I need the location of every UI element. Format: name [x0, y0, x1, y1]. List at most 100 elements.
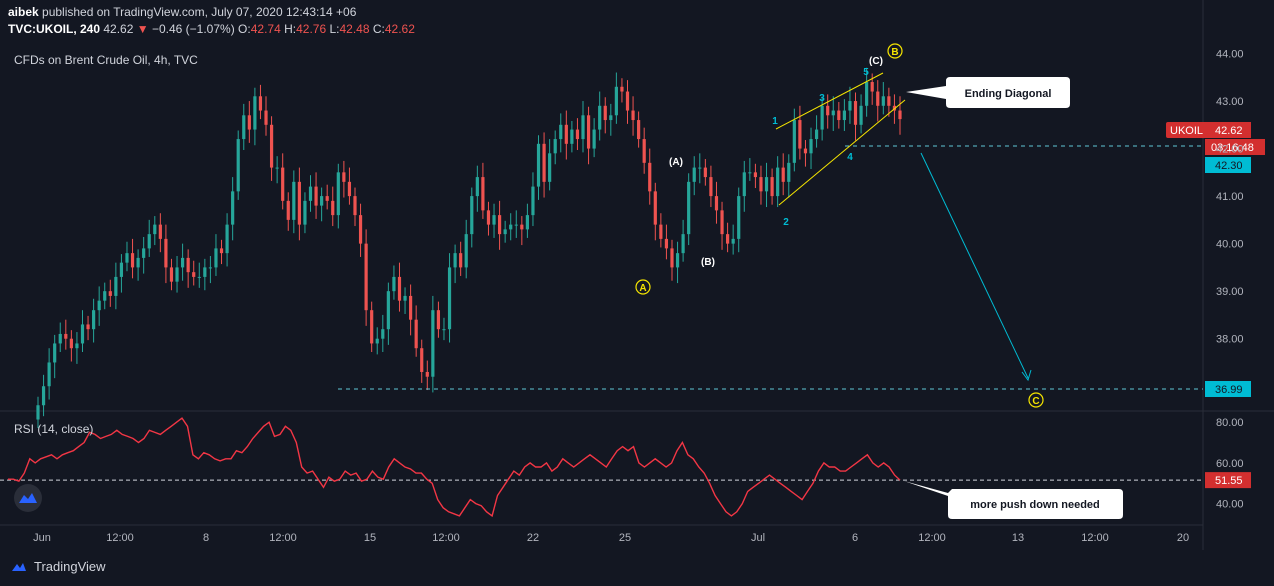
tradingview-logo[interactable]: TradingView: [10, 559, 106, 574]
candle-body: [764, 177, 769, 192]
candle-body: [286, 200, 290, 220]
candle-body: [347, 181, 352, 197]
wave-label: (C): [869, 56, 883, 67]
candle-body: [637, 120, 641, 140]
tradingview-brand: TradingView: [34, 559, 106, 574]
ohlc-line: TVC:UKOIL, 240 42.62 ▼ −0.46 (−1.07%) O:…: [8, 21, 415, 38]
candle-body: [253, 96, 257, 130]
candle-body: [531, 186, 535, 216]
candle-body: [36, 405, 40, 420]
candle-body: [41, 386, 46, 406]
candle-body: [748, 172, 752, 174]
candle-body: [464, 234, 468, 268]
candle-body: [281, 167, 285, 201]
candle-body: [792, 120, 796, 163]
publish-text: published on TradingView.com, July 07, 2…: [42, 5, 357, 19]
candle-body: [119, 262, 124, 277]
candle-body: [197, 276, 201, 278]
time-tick-label: 20: [1177, 532, 1189, 544]
time-tick-label: 15: [364, 532, 376, 544]
candle-body: [814, 129, 819, 140]
candle-body: [642, 139, 646, 163]
candle-body: [553, 139, 557, 154]
candle-body: [303, 200, 307, 225]
candle-body: [648, 162, 652, 192]
push-down-text: more push down needed: [970, 499, 1100, 511]
candle-body: [370, 310, 374, 344]
candle-body: [481, 177, 485, 211]
candle-body: [781, 167, 785, 182]
wave-circle-label: B: [891, 47, 898, 58]
chart-header: aibek published on TradingView.com, July…: [8, 4, 415, 38]
candle-body: [58, 333, 62, 344]
ending-diagonal-text: Ending Diagonal: [965, 88, 1052, 100]
candle-body: [47, 362, 51, 387]
candle-body: [514, 224, 518, 226]
candle-body: [548, 153, 552, 182]
candle-body: [703, 167, 707, 178]
candle-body: [325, 196, 329, 201]
symbol-tag: UKOIL: [1170, 125, 1203, 137]
candle-body: [659, 224, 663, 239]
candle-body: [842, 110, 846, 121]
candle-body: [75, 343, 79, 349]
candle-body: [275, 167, 279, 169]
wave-circle-label: C: [1032, 396, 1039, 407]
high-label: H:: [284, 22, 297, 36]
candle-body: [53, 343, 57, 363]
candle-body: [331, 200, 335, 216]
candle-body: [898, 110, 902, 120]
tradingview-logo-icon: [12, 562, 26, 571]
candle-body: [709, 177, 713, 197]
candle-body: [831, 110, 835, 116]
candle-body: [447, 267, 452, 330]
publisher-name[interactable]: aibek: [8, 5, 39, 19]
candle-body: [169, 267, 174, 282]
candle-body: [798, 120, 802, 149]
candle-body: [564, 124, 568, 144]
candle-body: [236, 139, 240, 192]
candle-body: [475, 177, 479, 197]
candle-body: [887, 96, 891, 106]
rsi-last-label: 51.55: [1215, 475, 1243, 487]
candle-body: [742, 172, 746, 197]
candle-body: [86, 324, 90, 330]
candle-body: [431, 310, 435, 377]
candle-body: [542, 143, 546, 182]
candle-body: [292, 181, 296, 220]
candle-body: [876, 91, 880, 106]
candle-body: [92, 310, 96, 330]
candle-body: [320, 196, 324, 206]
candle-body: [158, 224, 162, 239]
candle-body: [219, 248, 224, 254]
down-arrow-icon: ▼: [136, 22, 149, 36]
candle-body: [753, 172, 758, 178]
candle-body: [103, 291, 107, 301]
wave-label: 5: [863, 67, 869, 78]
candle-body: [870, 82, 874, 92]
candle-body: [153, 224, 157, 235]
wave-label: 4: [847, 152, 853, 163]
candle-body: [436, 310, 441, 330]
time-tick-label: 8: [203, 532, 209, 544]
candle-body: [297, 181, 301, 225]
candle-body: [598, 105, 602, 130]
candle-body: [826, 105, 830, 116]
candle-body: [559, 124, 563, 140]
time-tick-label: Jul: [751, 532, 765, 544]
cloud-button: [14, 484, 42, 512]
last-price-label: 42.62: [1215, 125, 1243, 137]
symbol-label[interactable]: TVC:UKOIL, 240: [8, 22, 100, 36]
candle-body: [80, 324, 85, 344]
candle-body: [681, 234, 685, 254]
level-lower-label: 36.99: [1215, 384, 1243, 396]
chart-canvas: 51.55 UKOIL 42.6203:16:4842.3036.9912345(…: [0, 0, 1274, 586]
candle-body: [509, 224, 513, 230]
change-value: −0.46 (−1.07%): [151, 22, 235, 36]
time-tick-label: 25: [619, 532, 631, 544]
last-price: 42.62: [103, 22, 134, 36]
candle-body: [420, 348, 424, 372]
candle-body: [381, 329, 385, 339]
price-tick-label: 41.00: [1216, 191, 1244, 203]
candle-body: [409, 295, 413, 320]
